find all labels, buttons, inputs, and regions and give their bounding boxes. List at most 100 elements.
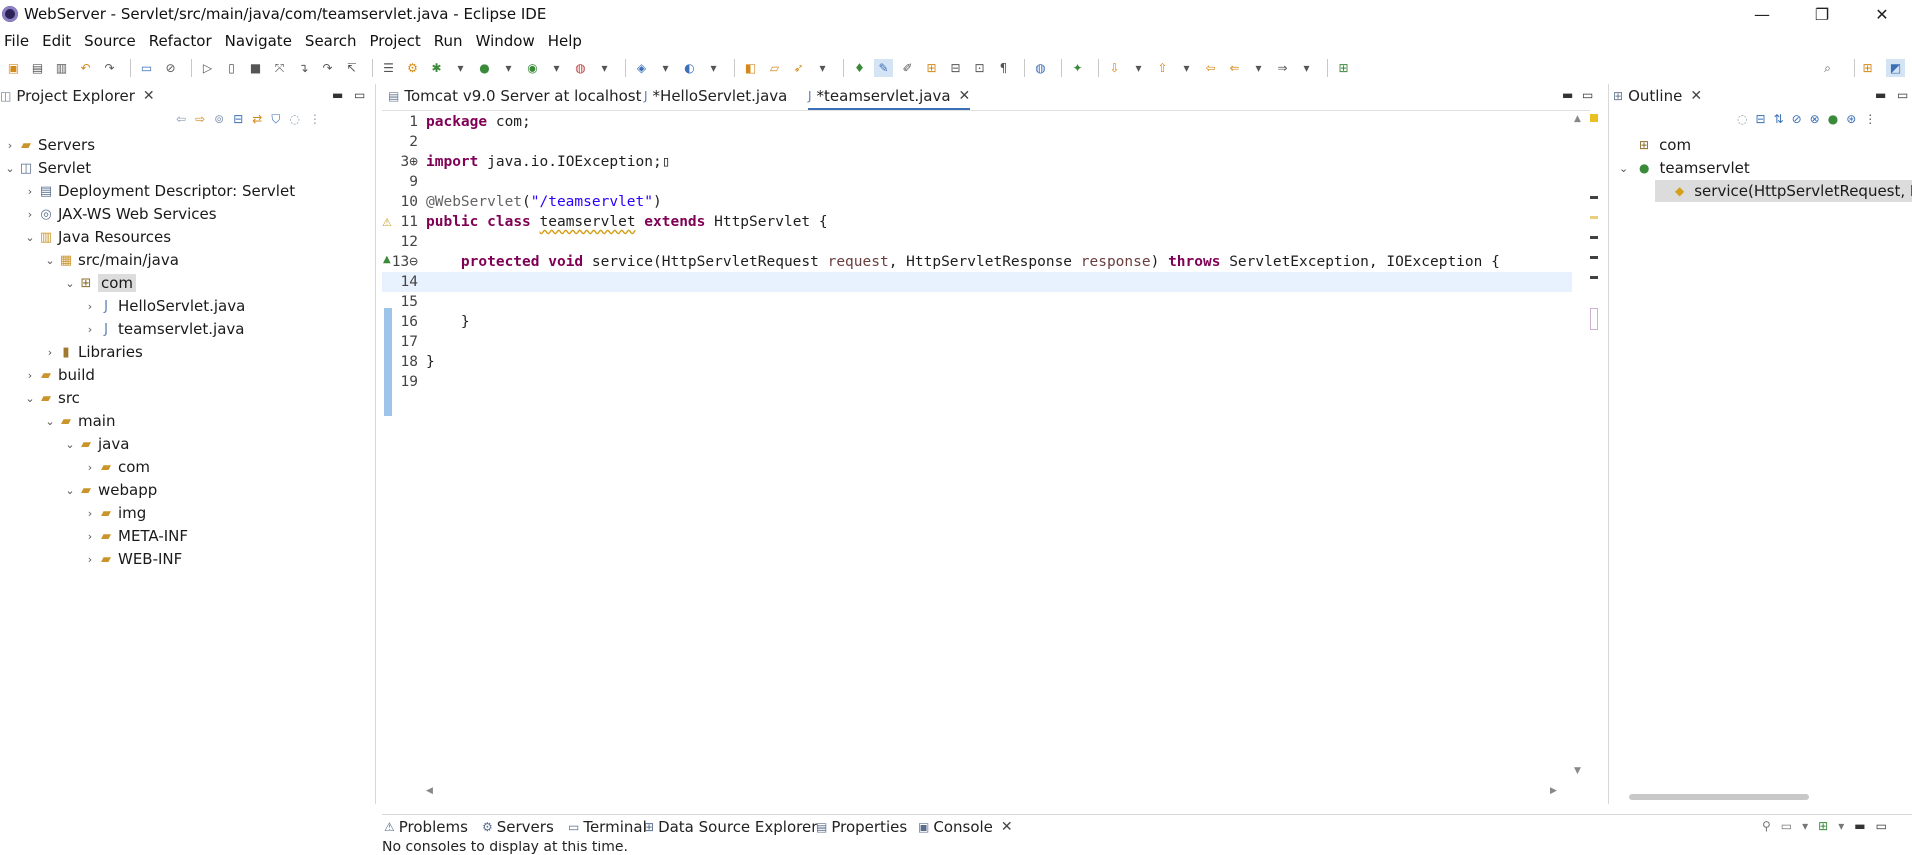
code-line[interactable]: 9 [382, 172, 1572, 192]
display-console-icon[interactable]: ▭ [1781, 819, 1792, 833]
editor-tab[interactable]: ▤ Tomcat v9.0 Server at localhost [388, 84, 641, 108]
redo-icon[interactable]: ↷ [100, 59, 119, 77]
maximize-view-icon[interactable]: ▭ [354, 88, 365, 102]
tree-item[interactable]: › ▰ img [82, 502, 147, 524]
code-line[interactable]: 15 [382, 292, 1572, 312]
code-line[interactable]: 13⊖ protected void service(HttpServletRe… [382, 252, 1572, 272]
up-icon[interactable]: ⊚ [214, 112, 224, 130]
tab-project-explorer[interactable]: ◫ Project Explorer ✕ [0, 84, 155, 108]
hide-nonpublic-icon[interactable]: ● [1828, 112, 1838, 130]
word-wrap-icon[interactable]: ⊟ [946, 59, 965, 77]
outline-item[interactable]: ⌄ ● teamservlet [1619, 157, 1750, 179]
view-menu-icon[interactable]: ⋮ [309, 112, 321, 130]
dropdown-arrow-icon[interactable]: ▾ [813, 59, 832, 77]
editor-tab[interactable]: J *teamservlet.java ✕ [808, 84, 971, 110]
menu-project[interactable]: Project [365, 32, 429, 50]
pin-editor-icon[interactable]: ✦ [1068, 59, 1087, 77]
dropdown-arrow-icon[interactable]: ▾ [1297, 59, 1316, 77]
collapse-all-icon[interactable]: ⊟ [233, 112, 243, 130]
tree-item[interactable]: › ▰ build [22, 364, 95, 386]
bottom-tab[interactable]: ⚙ Servers [482, 815, 554, 839]
warning-summary-icon[interactable] [1590, 114, 1598, 122]
disconnect-icon[interactable]: ⤧ [270, 59, 289, 77]
open-perspective-icon[interactable]: ⊞ [1858, 59, 1877, 77]
tree-item[interactable]: › ▰ Servers [2, 134, 95, 156]
mark-occurrences-icon[interactable]: ✎ [874, 59, 893, 77]
code-line[interactable]: 18} [382, 352, 1572, 372]
chevron-down-icon[interactable]: ⌄ [22, 392, 38, 405]
terminal-open-icon[interactable]: ▭ [137, 59, 156, 77]
chevron-down-icon[interactable]: ⌄ [2, 162, 18, 175]
menu-help[interactable]: Help [544, 32, 591, 50]
chevron-right-icon[interactable]: › [22, 369, 38, 382]
dropdown-arrow-icon[interactable]: ▾ [1249, 59, 1268, 77]
code-line[interactable]: 12 [382, 232, 1572, 252]
maximize-view-icon[interactable]: ▭ [1897, 88, 1908, 102]
tree-item[interactable]: › ▰ META-INF [82, 525, 188, 547]
chevron-right-icon[interactable]: › [22, 185, 38, 198]
hide-static-icon[interactable]: ⊗ [1810, 112, 1820, 130]
tab-outline[interactable]: ⊞ Outline ✕ [1613, 84, 1702, 108]
chevron-right-icon[interactable]: › [82, 323, 98, 336]
scroll-up-icon[interactable]: ▲ [1574, 114, 1581, 124]
restore-button[interactable]: ❐ [1792, 0, 1852, 28]
bottom-tab[interactable]: ⚠ Problems [384, 815, 468, 839]
minimize-view-icon[interactable]: ▬ [332, 88, 343, 102]
maximize-view-icon[interactable]: ▭ [1876, 819, 1887, 833]
coverage-icon[interactable]: ◍ [571, 59, 590, 77]
focus-icon[interactable]: ◌ [1737, 112, 1747, 130]
close-icon[interactable]: ✕ [1001, 819, 1013, 835]
back-history-icon[interactable]: ⇐ [1225, 59, 1244, 77]
hide-fields-icon[interactable]: ⊘ [1792, 112, 1802, 130]
chevron-down-icon[interactable]: ⌄ [42, 415, 58, 428]
forward-icon[interactable]: ⇨ [195, 112, 205, 130]
open-console-icon[interactable]: ⊞ [1818, 819, 1828, 833]
filter-icon[interactable]: ⛉ [271, 112, 280, 130]
outline-item[interactable]: ⊞ com [1619, 134, 1691, 156]
dropdown-arrow-icon[interactable]: ▾ [1838, 819, 1844, 833]
editor-horizontal-scrollbar[interactable]: ◀ ▶ [426, 786, 1566, 800]
chevron-right-icon[interactable]: › [42, 346, 58, 359]
menu-edit[interactable]: Edit [38, 32, 80, 50]
last-edit-icon[interactable]: ⇦ [1201, 59, 1220, 77]
minimize-view-icon[interactable]: ▬ [1875, 88, 1886, 102]
tree-item[interactable]: › ▤ Deployment Descriptor: Servlet [22, 180, 295, 202]
code-editor[interactable]: 1 package com; 2 3⊕ import java.io.IOExcepti… [382, 112, 1572, 752]
forward-icon[interactable]: ⇒ [1273, 59, 1292, 77]
scroll-down-icon[interactable]: ▼ [1574, 766, 1581, 776]
dropdown-arrow-icon[interactable]: ▾ [595, 59, 614, 77]
editor-vertical-scrollbar[interactable]: ▲ ▼ [1572, 114, 1586, 776]
toggle-block-icon[interactable]: ☰ [379, 59, 398, 77]
close-icon[interactable]: ✕ [143, 88, 155, 104]
next-annotation-icon[interactable]: ⇩ [1105, 59, 1124, 77]
dropdown-arrow-icon[interactable]: ▾ [1177, 59, 1196, 77]
dropdown-arrow-icon[interactable]: ▾ [451, 59, 470, 77]
hide-local-types-icon[interactable]: ⊛ [1846, 112, 1856, 130]
menu-file[interactable]: File [0, 32, 38, 50]
close-icon[interactable]: ✕ [1690, 88, 1702, 104]
tree-item[interactable]: ⌄ ▥ Java Resources [22, 226, 171, 248]
bottom-tab[interactable]: ▤ Properties [816, 815, 907, 839]
open-type-icon[interactable]: ◧ [741, 59, 760, 77]
globe-icon[interactable]: ◍ [1031, 59, 1050, 77]
save-all-icon[interactable]: ▥ [52, 59, 71, 77]
tree-item[interactable]: › ◎ JAX-WS Web Services [22, 203, 217, 225]
code-line[interactable]: 17 [382, 332, 1572, 352]
collapse-all-icon[interactable]: ⊟ [1755, 112, 1765, 130]
chevron-down-icon[interactable]: ⌄ [62, 438, 78, 451]
block-selection-icon[interactable]: ⊞ [922, 59, 941, 77]
close-icon[interactable]: ✕ [959, 88, 971, 104]
pilcrow-icon[interactable]: ¶ [994, 59, 1013, 77]
search-tool-icon[interactable]: ➶ [789, 59, 808, 77]
code-line[interactable]: 16 } [382, 312, 1572, 332]
open-task-icon[interactable]: ⊞ [1334, 59, 1353, 77]
bottom-tab[interactable]: ▣ Console ✕ [918, 815, 1013, 839]
menu-run[interactable]: Run [430, 32, 472, 50]
chevron-right-icon[interactable]: › [82, 530, 98, 543]
scroll-left-icon[interactable]: ◀ [426, 786, 433, 796]
chevron-right-icon[interactable]: › [2, 139, 18, 152]
menu-source[interactable]: Source [80, 32, 145, 50]
step-return-icon[interactable]: ↸ [342, 59, 361, 77]
link-with-editor-icon[interactable]: ⇄ [252, 112, 262, 130]
menu-navigate[interactable]: Navigate [221, 32, 301, 50]
